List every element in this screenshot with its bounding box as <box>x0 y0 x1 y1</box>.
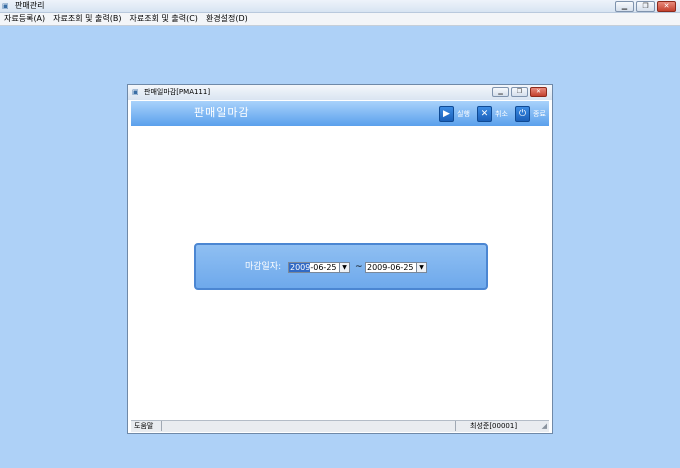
banner-title: 판매일마감 <box>194 106 250 119</box>
child-window-controls: ▁ ❐ ✕ <box>492 87 547 97</box>
app-titlebar: ▣ 판매관리 ▁ ❐ ✕ <box>0 0 680 13</box>
app-title: 판매관리 <box>15 1 45 10</box>
play-icon: ▶ <box>439 106 454 122</box>
run-button[interactable]: ▶ 실행 <box>439 106 470 122</box>
status-user: 최성준[00001] <box>455 421 535 431</box>
exit-label: 종료 <box>533 110 546 118</box>
resize-grip-icon[interactable]: ◢ <box>542 422 547 431</box>
menu-item-settings[interactable]: 환경설정(D) <box>202 13 252 25</box>
power-icon: ⏻ <box>515 106 530 122</box>
date-range-separator: ~ <box>355 262 363 272</box>
child-titlebar: ▣ 판매일마감[PMA111] ▁ ❐ ✕ <box>128 85 552 100</box>
chevron-down-icon[interactable]: ▼ <box>416 263 426 272</box>
statusbar: 도움말 최성준[00001] ◢ <box>131 420 549 432</box>
start-date-picker[interactable]: 2009-06-25 ▼ <box>288 262 350 273</box>
chevron-down-icon[interactable]: ▼ <box>339 263 349 272</box>
cancel-button[interactable]: ✕ 취소 <box>477 106 508 122</box>
start-date-rest: -06-25 <box>310 263 337 272</box>
restore-button[interactable]: ❐ <box>636 1 655 12</box>
run-label: 실행 <box>457 110 470 118</box>
app-window-controls: ▁ ❐ ✕ <box>615 1 676 12</box>
window-icon: ▣ <box>132 88 139 96</box>
exit-button[interactable]: ⏻ 종료 <box>515 106 546 122</box>
closing-date-panel: 마감일자: 2009-06-25 ▼ ~ 2009-06-25 ▼ <box>194 243 488 290</box>
menubar: 자료등록(A) 자료조회 및 출력(B) 자료조회 및 출력(C) 환경설정(D… <box>0 13 680 26</box>
menu-item-register[interactable]: 자료등록(A) <box>0 13 49 25</box>
banner: 판매일마감 ▶ 실행 ✕ 취소 ⏻ 종료 <box>131 101 549 126</box>
child-window-title: 판매일마감[PMA111] <box>144 88 211 96</box>
close-x-icon: ✕ <box>477 106 492 122</box>
cancel-label: 취소 <box>495 110 508 118</box>
child-minimize-button[interactable]: ▁ <box>492 87 509 97</box>
minimize-button[interactable]: ▁ <box>615 1 634 12</box>
child-close-button[interactable]: ✕ <box>530 87 547 97</box>
end-date-value: 2009-06-25 <box>367 263 414 272</box>
start-date-selected-part: 2009 <box>289 263 311 272</box>
menu-item-query-c[interactable]: 자료조회 및 출력(C) <box>126 13 202 25</box>
app-icon: ▣ <box>2 2 9 10</box>
status-help: 도움말 <box>132 421 162 431</box>
menu-item-query-b[interactable]: 자료조회 및 출력(B) <box>49 13 125 25</box>
child-restore-button[interactable]: ❐ <box>511 87 528 97</box>
closing-date-label: 마감일자: <box>245 262 282 272</box>
close-button[interactable]: ✕ <box>657 1 676 12</box>
end-date-picker[interactable]: 2009-06-25 ▼ <box>365 262 427 273</box>
